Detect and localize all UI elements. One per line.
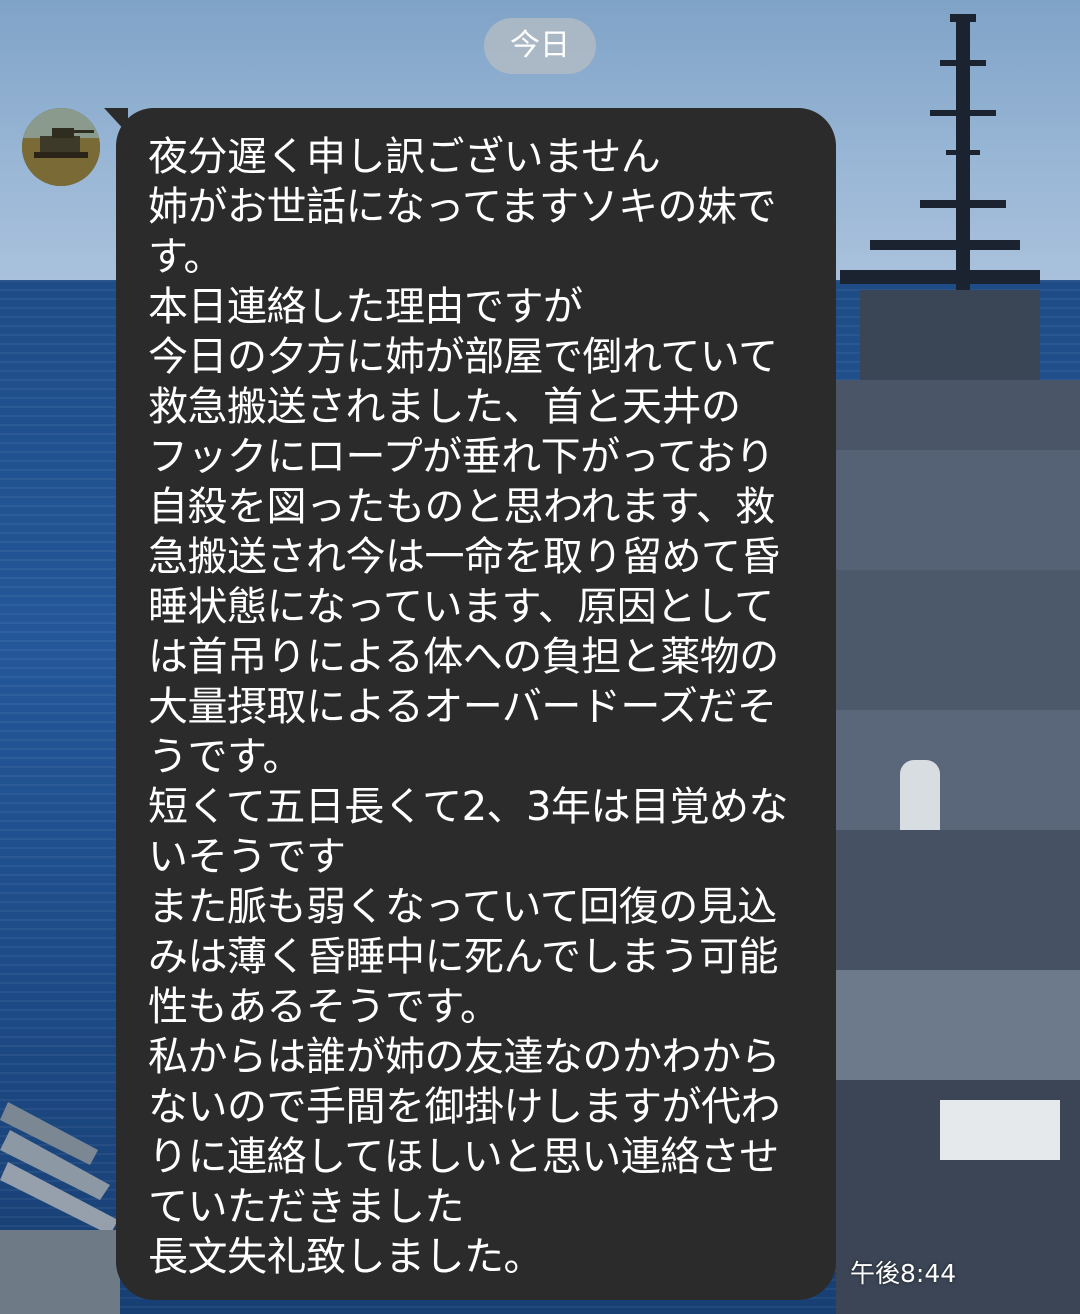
message-bubble-tail <box>104 108 128 134</box>
date-divider-label: 今日 <box>510 28 570 63</box>
message-line: 短くて五日長くて2、3年は目覚めな <box>148 784 789 830</box>
message-line: 本日連絡した理由ですが <box>148 284 583 330</box>
message-line: 救急搬送されました、首と天井の <box>148 384 741 430</box>
message-line: 自殺を図ったものと思われます、救 <box>148 484 775 530</box>
message-line: 夜分遅く申し訳ございません <box>148 134 661 180</box>
message-line: みは薄く昏睡中に死んでしまう可能 <box>148 934 779 980</box>
date-divider-pill: 今日 <box>484 18 596 74</box>
message-line: りに連絡してほしいと思い連絡させ <box>148 1134 779 1180</box>
avatar-image <box>22 108 100 186</box>
message-text: 夜分遅く申し訳ございません 姉がお世話になってますソキの妹で す。 本日連絡した理由で… <box>148 132 812 1282</box>
message-line: 私からは誰が姉の友達なのかわから <box>148 1034 781 1080</box>
message-line: は首吊りによる体への負担と薬物の <box>148 634 779 680</box>
message-bubble[interactable]: 夜分遅く申し訳ございません 姉がお世話になってますソキの妹で す。 本日連絡した理由で… <box>104 108 836 1300</box>
message-line: 長文失礼致しました。 <box>148 1234 544 1280</box>
message-line: 睡状態になっています、原因として <box>148 584 774 630</box>
message-timestamp: 午後8:44 <box>850 1259 957 1288</box>
message-line: いそうです <box>148 834 346 880</box>
message-line: 性もあるそうです。 <box>148 984 500 1030</box>
message-line: 姉がお世話になってますソキの妹で <box>148 184 777 230</box>
message-line: す。 <box>148 234 224 280</box>
message-line: また脈も弱くなっていて回復の見込 <box>148 884 777 930</box>
message-line: うです。 <box>148 734 303 780</box>
message-line: 今日の夕方に姉が部屋で倒れていて <box>148 334 778 380</box>
message-line: ないので手間を御掛けしますが代わ <box>148 1084 781 1130</box>
message-line: フックにロープが垂れ下がっており <box>148 434 775 480</box>
message-line: ていただきました <box>148 1184 465 1230</box>
message-line: 急搬送され今は一命を取り留めて昏 <box>148 534 781 580</box>
message-line: 大量摂取によるオーバードーズだそ <box>148 684 777 730</box>
sender-avatar[interactable] <box>22 108 100 186</box>
